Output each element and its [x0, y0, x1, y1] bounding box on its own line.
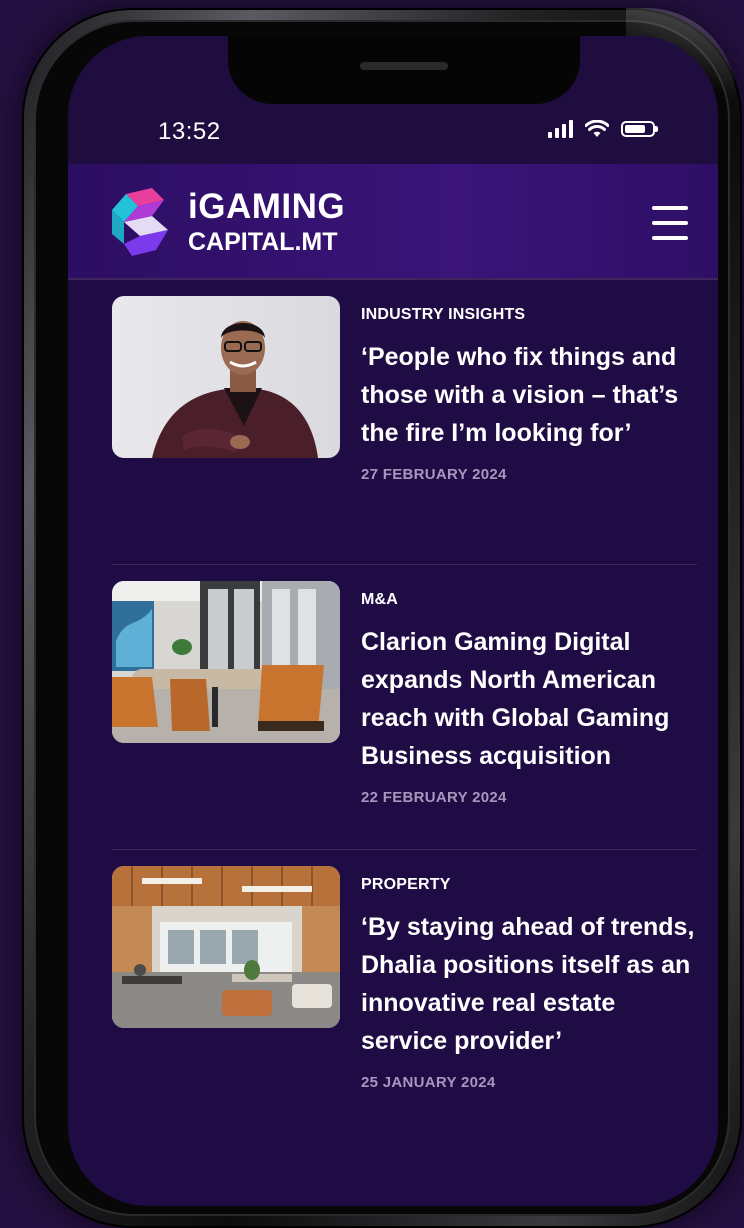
article-date: 25 JANUARY 2024 — [361, 1074, 496, 1091]
phone-notch — [228, 36, 580, 104]
article-body: INDUSTRY INSIGHTS ‘People who fix things… — [361, 306, 701, 483]
article-date: 27 FEBRUARY 2024 — [361, 466, 507, 483]
article-category[interactable]: INDUSTRY INSIGHTS — [361, 306, 701, 324]
battery-icon — [621, 121, 658, 137]
article-image-open-office[interactable] — [112, 866, 340, 1028]
earpiece-speaker — [360, 62, 448, 70]
article-category[interactable]: M&A — [361, 591, 701, 609]
article-image-portrait[interactable] — [112, 296, 340, 458]
igaming-capital-logo[interactable] — [112, 188, 178, 258]
article-item[interactable]: PROPERTY ‘By staying ahead of trends, Dh… — [112, 850, 697, 1134]
article-item[interactable]: INDUSTRY INSIGHTS ‘People who fix things… — [112, 280, 697, 565]
status-time: 13:52 — [158, 118, 221, 145]
article-title[interactable]: ‘People who fix things and those with a … — [361, 338, 701, 452]
phone-screen: 13:52 iGAMING CAPITAL.MT INDUSTRY INSIGH… — [68, 36, 718, 1206]
article-category[interactable]: PROPERTY — [361, 876, 701, 894]
phone-frame: 13:52 iGAMING CAPITAL.MT INDUSTRY INSIGH… — [22, 8, 742, 1228]
wifi-icon — [585, 120, 609, 137]
article-date: 22 FEBRUARY 2024 — [361, 789, 507, 806]
article-image-meeting-room[interactable] — [112, 581, 340, 743]
app-header: iGAMING CAPITAL.MT — [68, 164, 718, 280]
logo-text-igaming: iGAMING — [188, 187, 346, 226]
article-title[interactable]: ‘By staying ahead of trends, Dhalia posi… — [361, 908, 701, 1060]
article-body: PROPERTY ‘By staying ahead of trends, Dh… — [361, 876, 701, 1091]
article-item[interactable]: M&A Clarion Gaming Digital expands North… — [112, 565, 697, 850]
hamburger-menu-icon[interactable] — [652, 206, 688, 240]
cellular-signal-icon — [548, 120, 573, 138]
article-title[interactable]: Clarion Gaming Digital expands North Ame… — [361, 623, 701, 775]
status-icons — [548, 120, 658, 138]
article-body: M&A Clarion Gaming Digital expands North… — [361, 591, 701, 806]
logo-text-capital: CAPITAL.MT — [188, 228, 338, 256]
article-list: INDUSTRY INSIGHTS ‘People who fix things… — [68, 280, 718, 1134]
